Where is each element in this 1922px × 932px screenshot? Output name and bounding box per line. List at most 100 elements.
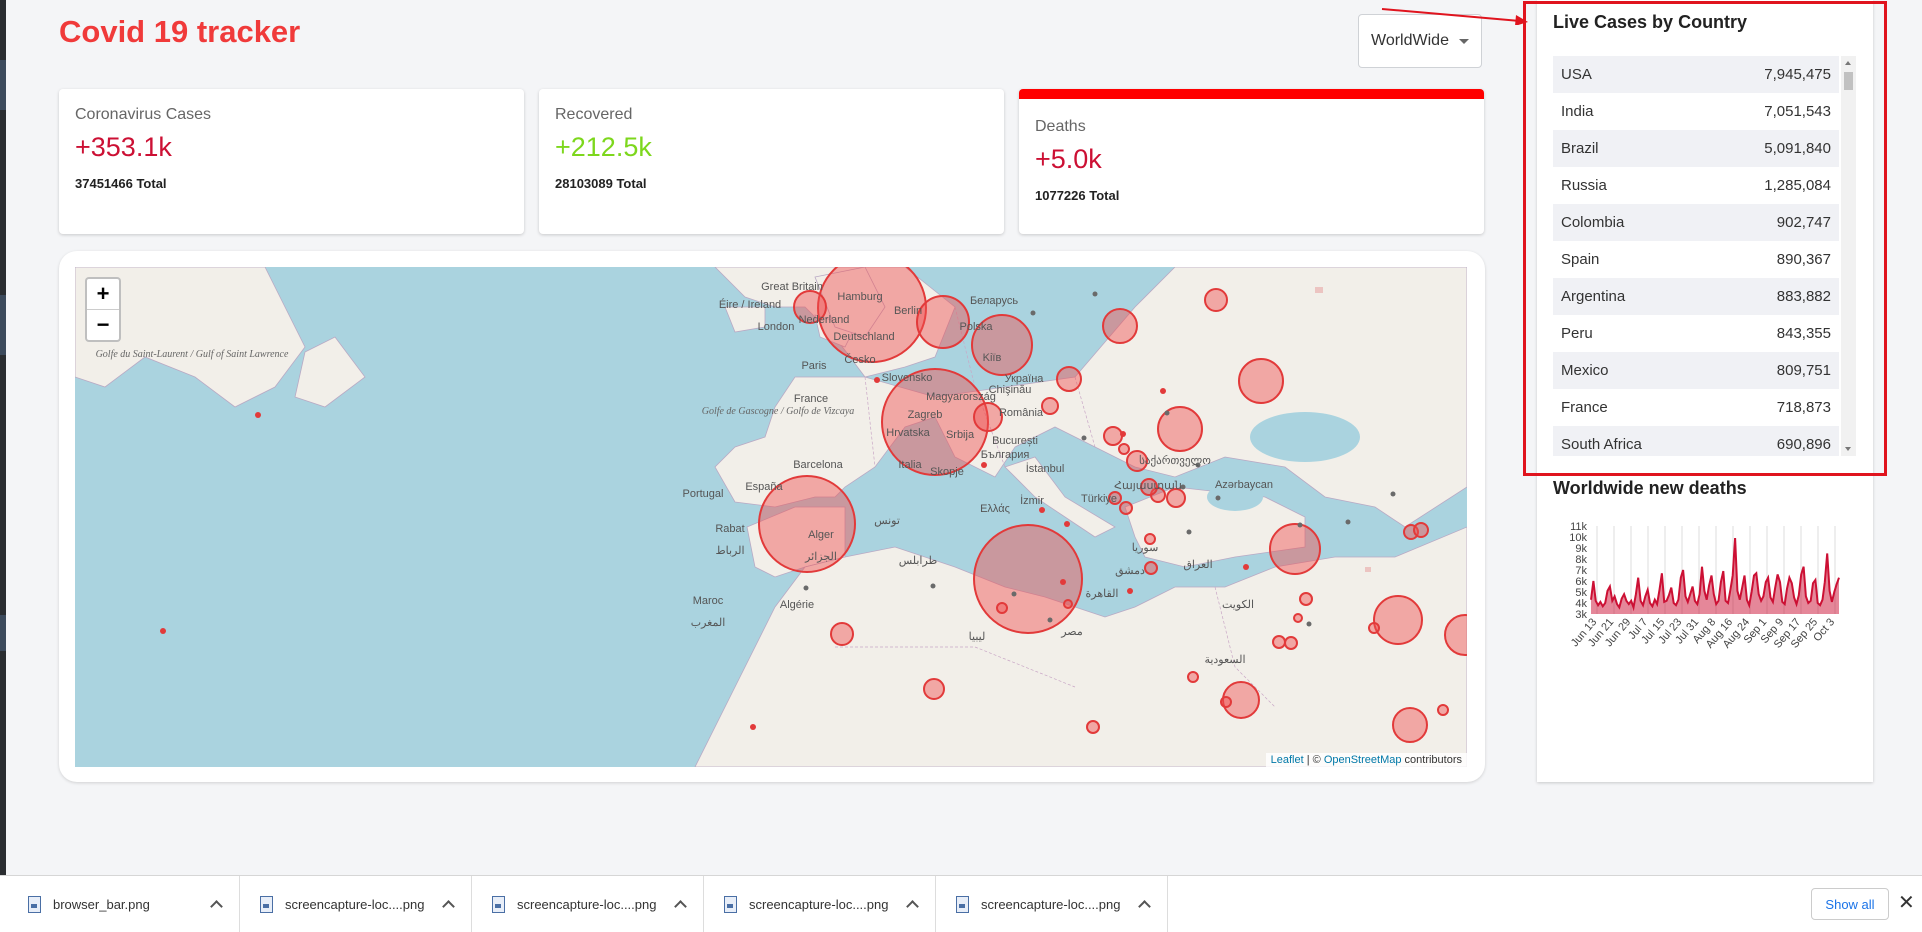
table-row[interactable]: Brazil 5,091,840	[1553, 130, 1839, 167]
map-label: España	[745, 481, 783, 493]
map-label: سوريا	[1132, 542, 1159, 554]
map-label: Alger	[808, 529, 834, 541]
file-icon	[956, 895, 969, 913]
map-label: Türkiye	[1081, 493, 1117, 505]
table-row[interactable]: USA 7,945,475	[1553, 56, 1839, 93]
window-edge-strip	[0, 295, 6, 355]
download-filename: screencapture-loc....png	[981, 896, 1121, 912]
table-row[interactable]: South Africa 690,896	[1553, 426, 1839, 456]
country-cases: 883,882	[1776, 288, 1831, 305]
table-row[interactable]: India 7,051,543	[1553, 93, 1839, 130]
zoom-out-button[interactable]: −	[87, 310, 119, 340]
y-tick-label: 3k	[1575, 609, 1587, 621]
map-label: İzmir	[1020, 494, 1044, 507]
chevron-up-icon[interactable]	[906, 900, 919, 913]
map-label: Portugal	[683, 488, 724, 500]
download-item[interactable]: screencapture-loc....png	[704, 876, 936, 932]
map-label: Azərbaycan	[1215, 479, 1273, 491]
country-cases: 1,285,084	[1764, 177, 1831, 194]
country-select-value: WorldWide	[1371, 32, 1449, 49]
chevron-up-icon[interactable]	[442, 900, 455, 913]
map-label: الجزائر	[804, 551, 837, 563]
map-label: Éire / Ireland	[719, 298, 781, 311]
deaths-card[interactable]: Deaths +5.0k 1077226 Total	[1019, 89, 1484, 234]
download-item[interactable]: screencapture-loc....png	[240, 876, 472, 932]
zoom-control: + −	[85, 277, 121, 342]
map-panel: Golfe du Saint-Laurent / Gulf of Saint L…	[59, 251, 1485, 782]
map-label: المغرب	[691, 617, 726, 629]
download-item[interactable]: browser_bar.png	[8, 876, 240, 932]
map-label: طرابلس	[899, 555, 938, 567]
table-row[interactable]: Spain 890,367	[1553, 241, 1839, 278]
download-item[interactable]: screencapture-loc....png	[936, 876, 1168, 932]
show-all-button[interactable]: Show all	[1811, 888, 1889, 920]
map-label: Hamburg	[837, 291, 882, 303]
file-icon	[724, 895, 737, 913]
card-total: 28103089 Total	[555, 176, 647, 191]
leaflet-link[interactable]: Leaflet	[1271, 754, 1304, 766]
scroll-down-icon[interactable]	[1845, 447, 1851, 451]
cases-card[interactable]: Coronavirus Cases +353.1k 37451466 Total	[59, 89, 524, 234]
table-row[interactable]: Colombia 902,747	[1553, 204, 1839, 241]
country-cases: 690,896	[1776, 436, 1831, 453]
country-name: India	[1561, 103, 1594, 120]
map-label: Ελλάς	[980, 503, 1010, 515]
app-title: Covid 19 tracker	[59, 14, 301, 49]
table-row[interactable]: Peru 843,355	[1553, 315, 1839, 352]
map-label: Slovensko	[882, 372, 933, 384]
download-item[interactable]: screencapture-loc....png	[472, 876, 704, 932]
country-name: Brazil	[1561, 140, 1599, 157]
map-label: Kiïв	[983, 352, 1002, 364]
map-label: Hrvatska	[886, 427, 930, 439]
map-label: الرباط	[715, 545, 744, 557]
chevron-up-icon[interactable]	[210, 900, 223, 913]
caret-down-icon	[1458, 38, 1469, 44]
country-name: Spain	[1561, 251, 1600, 268]
table-row[interactable]: France 718,873	[1553, 389, 1839, 426]
file-icon	[492, 895, 505, 913]
window-edge-strip	[0, 60, 6, 110]
card-value: +353.1k	[75, 132, 172, 162]
country-cases: 718,873	[1776, 399, 1831, 416]
download-filename: screencapture-loc....png	[749, 896, 889, 912]
map-label: القاهرة	[1086, 588, 1119, 600]
map-attribution: Leaflet | © OpenStreetMap contributors	[1265, 753, 1467, 767]
downloads-bar: browser_bar.png screencapture-loc....png s…	[0, 875, 1922, 932]
right-panel: Live Cases by Country USA 7,945,475 India 7…	[1537, 0, 1873, 782]
osm-link[interactable]: OpenStreetMap	[1324, 754, 1402, 766]
close-icon[interactable]: ✕	[1898, 892, 1915, 914]
chevron-up-icon[interactable]	[674, 900, 687, 913]
map-label: دمشق	[1115, 565, 1145, 577]
table-scrollbar[interactable]	[1841, 56, 1856, 456]
deaths-chart: Jun 13 Jun 21 Jun 29 Jul 7 Jul 15 Jul 23 Jul 3…	[1547, 516, 1847, 691]
window-edge	[0, 0, 6, 875]
map[interactable]: Golfe du Saint-Laurent / Gulf of Saint L…	[75, 267, 1467, 767]
recovered-card[interactable]: Recovered +212.5k 28103089 Total	[539, 89, 1004, 234]
card-value: +212.5k	[555, 132, 652, 162]
map-label: Deutschland	[833, 331, 894, 343]
map-label: Zagreb	[908, 409, 943, 421]
table-row[interactable]: Russia 1,285,084	[1553, 167, 1839, 204]
map-label: Berlin	[894, 305, 922, 317]
table-row[interactable]: Argentina 883,882	[1553, 278, 1839, 315]
map-label: Polska	[959, 321, 993, 333]
download-filename: screencapture-loc....png	[517, 896, 657, 912]
scroll-up-icon[interactable]	[1845, 61, 1851, 65]
map-label: مصر	[1060, 626, 1083, 638]
map-label: İstanbul	[1026, 462, 1065, 475]
map-label: Maroc	[693, 595, 724, 607]
map-label: الكويت	[1222, 599, 1254, 611]
scroll-thumb[interactable]	[1844, 72, 1853, 90]
live-cases-table[interactable]: USA 7,945,475 India 7,051,543 Brazil 5,091,84…	[1553, 56, 1856, 456]
map-label: Golfe de Gascogne / Golfo de Vizcaya	[702, 406, 855, 417]
file-icon	[260, 895, 273, 913]
chevron-up-icon[interactable]	[1138, 900, 1151, 913]
country-name: Argentina	[1561, 288, 1626, 305]
map-label: العراق	[1183, 559, 1212, 571]
zoom-in-button[interactable]: +	[87, 279, 119, 310]
attribution-suffix: contributors	[1401, 754, 1462, 766]
map-label: Беларусь	[970, 295, 1018, 307]
country-cases: 7,051,543	[1764, 103, 1831, 120]
map-label: Հայաստան	[1114, 480, 1182, 492]
table-row[interactable]: Mexico 809,751	[1553, 352, 1839, 389]
